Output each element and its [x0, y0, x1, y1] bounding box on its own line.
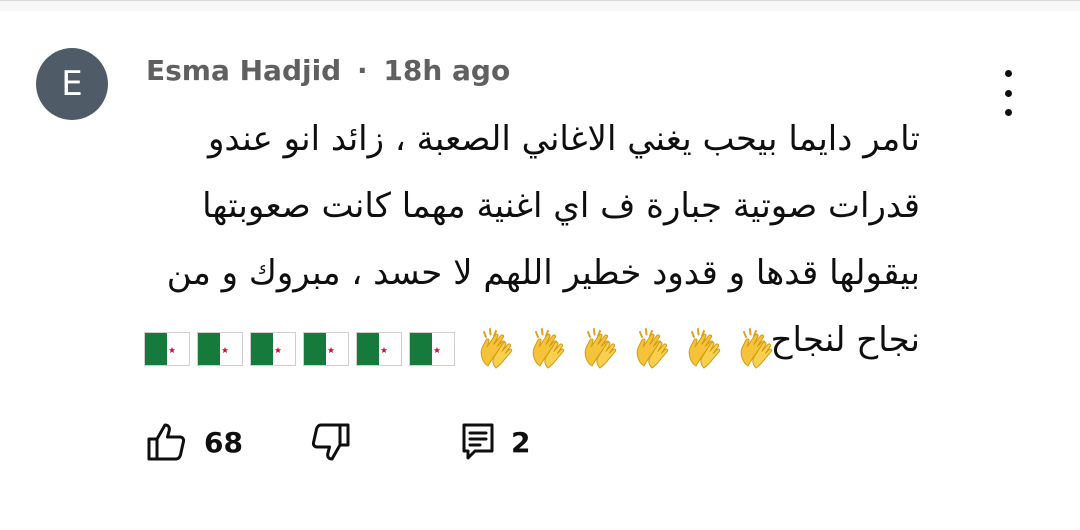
clapping-hands-icon: [688, 328, 721, 369]
clapping-hands-icon: [532, 328, 565, 369]
algeria-flag-icon: [197, 332, 243, 366]
clapping-hands-icon: [636, 328, 669, 369]
comment-time: 18h ago: [383, 54, 511, 87]
comment-item: E Esma Hadjid · 18h ago تامر دايما بيحب …: [0, 10, 1080, 530]
avatar[interactable]: E: [36, 48, 108, 120]
clapping-hands-icon: [584, 328, 617, 369]
thumb-down-icon: [311, 423, 350, 461]
algeria-flag-icon: [144, 332, 190, 366]
thumb-up-icon: [147, 423, 186, 461]
comment-actions: 68 2: [146, 422, 530, 462]
avatar-initial: E: [61, 64, 83, 104]
comment-header: Esma Hadjid · 18h ago: [146, 54, 510, 87]
reply-count: 2: [510, 425, 531, 459]
like-count: 68: [204, 425, 243, 459]
reply-button[interactable]: 2: [461, 422, 530, 462]
algeria-flag-icon: [409, 332, 455, 366]
emoji-row: [144, 326, 782, 372]
clapping-hands-icon: [480, 328, 513, 369]
algeria-flag-icon: [250, 332, 296, 366]
like-button[interactable]: 68: [146, 422, 243, 462]
comment-icon: [462, 423, 494, 460]
author-name[interactable]: Esma Hadjid: [146, 54, 341, 87]
dislike-button[interactable]: [309, 422, 351, 462]
header-separator: ·: [356, 54, 368, 87]
more-vert-icon[interactable]: [992, 70, 1024, 116]
algeria-flag-icon: [356, 332, 402, 366]
algeria-flag-icon: [303, 332, 349, 366]
clapping-hands-icon: [740, 328, 773, 369]
